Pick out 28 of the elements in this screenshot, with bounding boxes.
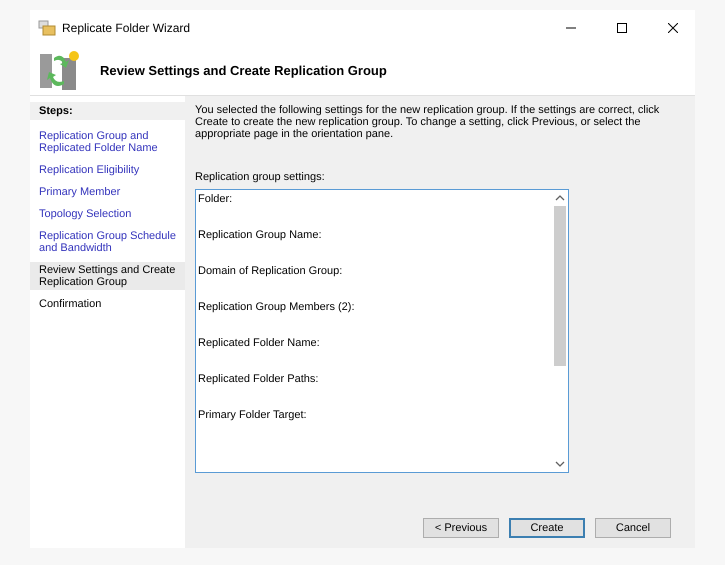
setting-line: Replication Group Name: — [198, 229, 323, 241]
maximize-icon[interactable] — [616, 22, 626, 32]
settings-text-box[interactable]: Folder: Replication Group Name: Domain of Replication Group: Replication Group Members (2): Replicated Folder Name: Replicated Folder Paths: Primary Folder Target: — [195, 189, 569, 473]
window-title: Replicate Folder Wizard — [62, 20, 192, 34]
wizard-button[interactable]: Cancel — [595, 518, 671, 538]
wizard-button[interactable]: Create — [509, 518, 585, 538]
step-item[interactable]: Confirmation — [30, 296, 185, 312]
step-item[interactable]: Replication Group and Replicated Folder Name — [30, 128, 185, 156]
setting-line: Primary Folder Target: — [198, 409, 308, 421]
step-item[interactable]: Review Settings and Create Replication Group — [30, 262, 185, 290]
setting-line: Folder: — [198, 193, 234, 205]
step-item[interactable]: Primary Member — [30, 184, 185, 200]
settings-label: Replication group settings: — [195, 171, 326, 183]
step-item[interactable]: Topology Selection — [30, 206, 185, 222]
intro-text: You selected the following settings for the new replication group. If the settings are correct, click Create to create the new replication group. To change a setting, click Previous, or select the appropriate page in the orientation pane. — [195, 104, 660, 140]
wizard-button[interactable]: < Previous — [423, 518, 499, 538]
setting-line: Domain of Replication Group: — [198, 265, 344, 277]
folder-icon — [38, 20, 56, 36]
scrollbar-thumb[interactable] — [554, 206, 566, 366]
server-replication-icon — [38, 48, 82, 92]
page-heading: Review Settings and Create Replication Group — [100, 62, 387, 78]
setting-line: Replication Group Members (2): — [198, 301, 356, 313]
setting-line: Replicated Folder Paths: — [198, 373, 320, 385]
close-icon[interactable] — [668, 22, 678, 32]
setting-line: Replicated Folder Name: — [198, 337, 321, 349]
steps-heading: Steps: — [30, 102, 185, 120]
step-item[interactable]: Replication Eligibility — [30, 162, 185, 178]
step-item[interactable]: Replication Group Schedule and Bandwidth — [30, 228, 185, 256]
